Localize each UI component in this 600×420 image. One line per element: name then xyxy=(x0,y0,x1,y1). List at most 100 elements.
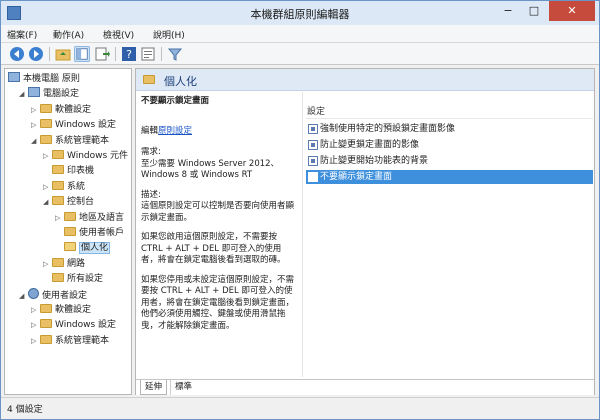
policy-setting-icon xyxy=(308,172,318,182)
expand-arrow-icon[interactable]: ▷ xyxy=(31,303,40,317)
show-hide-tree-icon[interactable] xyxy=(74,46,90,62)
description-text: 這個原則設定可以控制是否要向使用者顯示鎖定畫面。 xyxy=(141,201,295,223)
menu-bar: 檔案(F) 動作(A) 檢視(V) 說明(H) xyxy=(1,25,599,43)
setting-row[interactable]: 不要顯示鎖定畫面 xyxy=(306,170,593,184)
filter-icon[interactable] xyxy=(167,46,183,62)
expand-arrow-icon[interactable]: ◢ xyxy=(19,87,28,101)
expand-arrow-icon[interactable]: ▷ xyxy=(31,318,40,332)
edit-policy-link[interactable]: 原則設定 xyxy=(158,126,192,136)
folder-icon xyxy=(52,257,64,267)
tree-item-label: 控制台 xyxy=(67,197,95,208)
expand-arrow-icon[interactable]: ▷ xyxy=(31,334,40,348)
tree-item-label: 使用者帳戶 xyxy=(79,228,125,238)
folder-icon xyxy=(40,134,52,144)
tree-item-label: 系統管理範本 xyxy=(55,135,110,146)
tree-root[interactable]: 本機電腦 原則 xyxy=(8,72,80,86)
menu-view[interactable]: 檢視(V) xyxy=(103,28,134,41)
navigation-tree[interactable]: 本機電腦 原則 ◢ 電腦設定 ▷ 軟體設定 ▷ Windows 設定 ◢ 系統管理範本 ▷ Win… xyxy=(4,68,132,395)
expand-arrow-icon[interactable]: ▷ xyxy=(43,257,52,271)
tree-item[interactable]: ▷ 地區及語言 xyxy=(55,211,124,225)
folder-icon xyxy=(64,242,76,252)
close-button[interactable]: ✕ xyxy=(549,1,595,21)
maximize-button[interactable]: □ xyxy=(521,1,547,21)
expand-arrow-icon[interactable]: ▷ xyxy=(31,118,40,132)
title-bar: 本機群組原則編輯器 − □ ✕ xyxy=(1,1,599,25)
expand-arrow-icon[interactable]: ◢ xyxy=(31,134,40,148)
tree-item-label: Windows 設定 xyxy=(55,320,117,331)
tree-item[interactable]: ▷ 網路 xyxy=(43,257,85,271)
tree-item[interactable]: ◢ 電腦設定 xyxy=(19,87,79,101)
menu-action[interactable]: 動作(A) xyxy=(53,28,84,41)
details-pane: 個人化 不要顯示鎖定畫面 編輯原則設定 需求: 至少需要 Windows Ser… xyxy=(135,68,595,395)
edit-policy-line: 編輯原則設定 xyxy=(141,125,193,136)
folder-icon xyxy=(40,334,52,344)
requirements-text: 至少需要 Windows Server 2012、Windows 8 或 Win… xyxy=(141,158,280,181)
tree-item-label: 軟體設定 xyxy=(55,305,92,315)
setting-row[interactable]: 防止變更開始功能表的背景 xyxy=(306,154,593,168)
tree-item[interactable]: ◢ 使用者設定 xyxy=(19,287,87,303)
section-title: 個人化 xyxy=(164,75,197,88)
folder-icon xyxy=(52,273,64,283)
setting-row[interactable]: 強制使用特定的預設鎖定畫面影像 xyxy=(306,122,593,136)
expand-arrow-icon[interactable]: ▷ xyxy=(31,103,40,117)
tree-item[interactable]: ◢ 系統管理範本 xyxy=(31,134,109,148)
tree-item[interactable]: ▷ 系統 xyxy=(43,180,85,194)
tab-standard[interactable]: 標準 xyxy=(170,380,196,395)
help-icon[interactable]: ? xyxy=(121,46,137,62)
folder-icon xyxy=(64,227,76,236)
folder-icon xyxy=(143,75,155,84)
expand-arrow-icon[interactable]: ◢ xyxy=(19,289,28,303)
status-text: 4 個設定 xyxy=(7,405,43,415)
properties-icon[interactable] xyxy=(140,46,156,62)
section-header: 個人化 xyxy=(136,69,594,91)
setting-row[interactable]: 防止變更鎖定畫面的影像 xyxy=(306,138,593,152)
computer-policy-icon xyxy=(8,72,20,82)
tree-item[interactable]: 所有設定 xyxy=(43,272,103,286)
folder-icon xyxy=(52,165,64,175)
expand-arrow-icon[interactable]: ▷ xyxy=(43,180,52,194)
tree-item[interactable]: 使用者帳戶 xyxy=(55,226,124,240)
minimize-button[interactable]: − xyxy=(495,1,521,21)
menu-file[interactable]: 檔案(F) xyxy=(7,28,37,41)
up-folder-icon[interactable] xyxy=(55,46,71,62)
back-icon[interactable] xyxy=(9,46,25,62)
export-list-icon[interactable] xyxy=(94,46,110,62)
tree-item-label: 電腦設定 xyxy=(43,89,80,100)
expand-arrow-icon[interactable]: ▷ xyxy=(55,211,64,225)
forward-icon[interactable] xyxy=(28,46,44,62)
tree-item-label: 軟體設定 xyxy=(55,104,92,115)
tree-item[interactable]: ▷ Windows 元件 xyxy=(43,149,128,163)
column-header-setting[interactable]: 設定 xyxy=(306,104,593,119)
tree-item-label: 網路 xyxy=(67,258,86,269)
tree-item[interactable]: ▷ Windows 設定 xyxy=(31,318,116,332)
setting-label: 不要顯示鎖定畫面 xyxy=(320,172,393,182)
setting-label: 防止變更開始功能表的背景 xyxy=(320,156,429,166)
folder-icon xyxy=(52,150,64,159)
pane-divider[interactable] xyxy=(302,92,303,377)
view-tabs: 延伸 標準 xyxy=(136,379,594,395)
expand-arrow-icon[interactable]: ◢ xyxy=(43,195,52,209)
tree-item-label: 地區及語言 xyxy=(79,212,125,223)
settings-list: 設定 強制使用特定的預設鎖定畫面影像防止變更鎖定畫面的影像防止變更開始功能表的背… xyxy=(306,92,593,378)
tab-extended[interactable]: 延伸 xyxy=(140,380,168,395)
tree-item[interactable]: ◢ 控制台 xyxy=(43,195,94,209)
tree-item-label: Windows 設定 xyxy=(55,120,117,131)
tree-item[interactable]: 個人化 xyxy=(55,241,111,255)
tree-item-label: 所有設定 xyxy=(67,274,104,285)
menu-help[interactable]: 說明(H) xyxy=(153,28,185,41)
description-label: 描述: xyxy=(141,189,161,200)
app-window: 本機群組原則編輯器 − □ ✕ 檔案(F) 動作(A) 檢視(V) 說明(H) … xyxy=(0,0,600,420)
tree-item[interactable]: ▷ 軟體設定 xyxy=(31,103,91,117)
folder-icon xyxy=(52,196,64,206)
setting-label: 強制使用特定的預設鎖定畫面影像 xyxy=(320,124,456,134)
expand-arrow-icon[interactable]: ▷ xyxy=(43,149,52,163)
tree-item[interactable]: 印表機 xyxy=(43,164,94,178)
enabled-paragraph: 如果您啟用這個原則設定，不需要按 CTRL + ALT + DEL 即可登入的使… xyxy=(141,232,286,265)
tree-item-label: Windows 元件 xyxy=(67,151,129,161)
tree-item[interactable]: ▷ Windows 設定 xyxy=(31,118,116,132)
tree-item-label: 個人化 xyxy=(79,242,111,255)
computer-icon xyxy=(28,87,40,98)
tree-item-label: 系統管理範本 xyxy=(55,335,110,346)
tree-item[interactable]: ▷ 軟體設定 xyxy=(31,303,91,317)
tree-item[interactable]: ▷ 系統管理範本 xyxy=(31,334,109,348)
